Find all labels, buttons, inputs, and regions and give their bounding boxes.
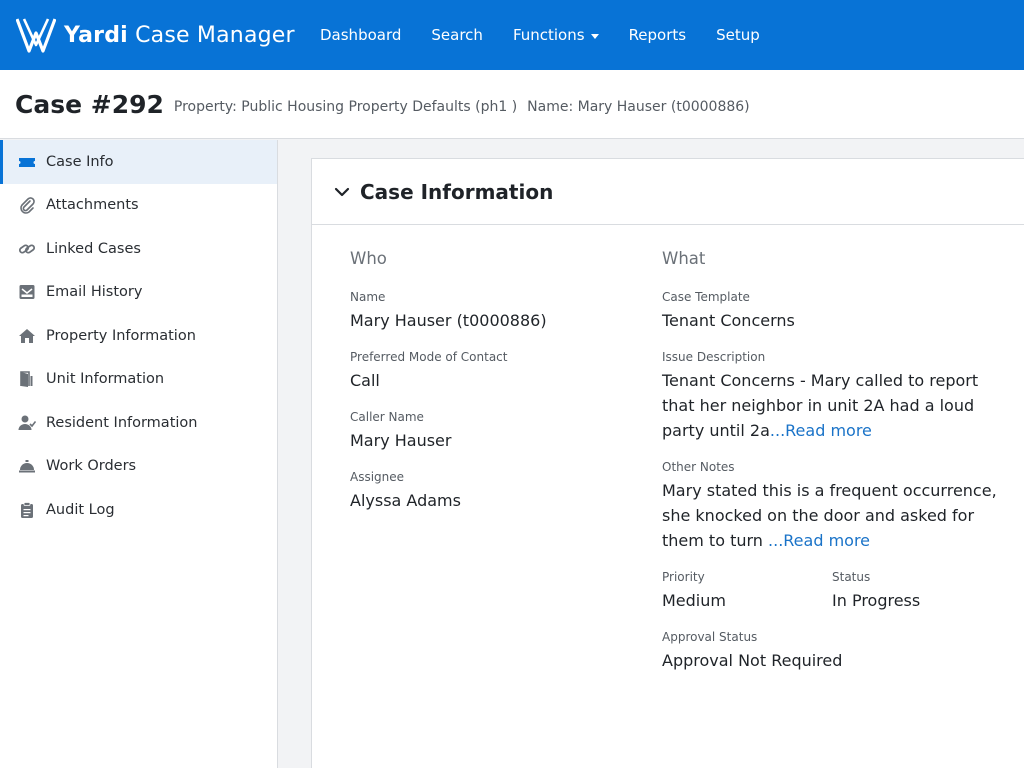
sidebar-item-label: Audit Log: [46, 501, 115, 518]
field-value: Mary Hauser: [350, 431, 452, 450]
status-field: Status In Progress: [832, 570, 1002, 613]
field-value: Medium: [662, 591, 726, 610]
nav-reports[interactable]: Reports: [629, 26, 687, 44]
sidebar-item-property-information[interactable]: Property Information: [0, 314, 277, 358]
field-value: Mary Hauser (t0000886): [350, 311, 547, 330]
user-check-icon: [17, 413, 37, 433]
chevron-down-icon: [334, 187, 350, 196]
nav-dashboard[interactable]: Dashboard: [320, 26, 401, 44]
sidebar-item-case-info[interactable]: Case Info: [0, 140, 277, 184]
sidebar-item-label: Linked Cases: [46, 240, 141, 257]
priority-status-row: Priority Medium Status In Progress: [662, 570, 1002, 630]
case-template-field: Case Template Tenant Concerns: [662, 290, 1002, 333]
sidebar-item-audit-log[interactable]: Audit Log: [0, 488, 277, 532]
main-nav: Dashboard Search Functions Reports Setup: [320, 26, 790, 44]
sidebar: Case Info Attachments Linked Cases Email…: [0, 140, 278, 768]
field-value: Mary stated this is a frequent occurrenc…: [662, 478, 1002, 553]
service-bell-icon: [17, 456, 37, 476]
field-value: Approval Not Required: [662, 651, 843, 670]
sidebar-item-label: Unit Information: [46, 371, 165, 388]
who-section: Who Name Mary Hauser (t0000886) Preferre…: [350, 249, 630, 530]
sidebar-item-email-history[interactable]: Email History: [0, 271, 277, 315]
field-label: Case Template: [662, 290, 750, 304]
sidebar-item-label: Work Orders: [46, 458, 137, 475]
name-field: Name Mary Hauser (t0000886): [350, 290, 630, 333]
sidebar-item-label: Resident Information: [46, 414, 198, 431]
panel-title: Case Information: [360, 179, 554, 204]
sidebar-item-resident-information[interactable]: Resident Information: [0, 401, 277, 445]
read-more-link[interactable]: ...Read more: [768, 531, 870, 550]
sidebar-item-unit-information[interactable]: Unit Information: [0, 358, 277, 402]
read-more-link[interactable]: ...Read more: [770, 421, 872, 440]
nav-search[interactable]: Search: [431, 26, 483, 44]
yardi-logo-icon: [16, 18, 56, 53]
nav-functions-label: Functions: [512, 26, 585, 44]
field-label: Other Notes: [662, 460, 735, 474]
field-label: Preferred Mode of Contact: [350, 350, 508, 364]
assignee-field: Assignee Alyssa Adams: [350, 470, 630, 513]
what-section: What Case Template Tenant Concerns Issue…: [662, 249, 1002, 690]
case-information-toggle[interactable]: Case Information: [312, 159, 1024, 225]
clipboard-icon: [17, 500, 37, 520]
approval-status-field: Approval Status Approval Not Required: [662, 630, 1002, 673]
sidebar-item-label: Email History: [46, 284, 143, 301]
caret-down-icon: [590, 33, 599, 39]
sidebar-item-label: Attachments: [46, 197, 139, 214]
field-label: Priority: [662, 570, 705, 584]
sidebar-item-label: Property Information: [46, 327, 196, 344]
sidebar-item-label: Case Info: [46, 153, 114, 170]
sidebar-item-work-orders[interactable]: Work Orders: [0, 445, 277, 489]
brand-name: Yardi Case Manager: [64, 22, 295, 48]
field-value: In Progress: [832, 591, 921, 610]
nav-functions[interactable]: Functions: [513, 26, 599, 44]
priority-field: Priority Medium: [662, 570, 832, 613]
case-property: Property: Public Housing Property Defaul…: [173, 99, 518, 115]
paperclip-icon: [17, 195, 37, 215]
field-label: Status: [832, 570, 871, 584]
field-label: Caller Name: [350, 410, 424, 424]
field-value: Tenant Concerns - Mary called to report …: [662, 368, 1002, 443]
ticket-icon: [17, 152, 37, 172]
issue-description-field: Issue Description Tenant Concerns - Mary…: [662, 350, 1002, 443]
field-label: Assignee: [350, 470, 405, 484]
nav-setup[interactable]: Setup: [716, 26, 760, 44]
what-heading: What: [662, 249, 706, 268]
field-label: Issue Description: [662, 350, 766, 364]
sidebar-item-linked-cases[interactable]: Linked Cases: [0, 227, 277, 271]
caller-name-field: Caller Name Mary Hauser: [350, 410, 630, 453]
contact-mode-field: Preferred Mode of Contact Call: [350, 350, 630, 393]
mail-icon: [17, 282, 37, 302]
case-name: Name: Mary Hauser (t0000886): [527, 99, 750, 115]
field-label: Approval Status: [662, 630, 758, 644]
field-label: Name: [350, 290, 386, 304]
door-icon: [17, 369, 37, 389]
case-information-panel: Case Information Who Name Mary Hauser (t…: [311, 158, 1024, 768]
field-value: Alyssa Adams: [350, 491, 461, 510]
sidebar-item-attachments[interactable]: Attachments: [0, 184, 277, 228]
field-value: Call: [350, 371, 380, 390]
top-navbar: Yardi Case Manager Dashboard Search Func…: [0, 0, 1024, 70]
who-heading: Who: [350, 249, 387, 268]
case-title: Case #292: [15, 89, 164, 119]
field-value: Tenant Concerns: [662, 311, 795, 330]
link-icon: [17, 239, 37, 259]
other-notes-field: Other Notes Mary stated this is a freque…: [662, 460, 1002, 553]
brand-logo[interactable]: Yardi Case Manager: [16, 17, 316, 53]
case-header: Case #292 Property: Public Housing Prope…: [0, 70, 1024, 139]
home-icon: [17, 326, 37, 346]
